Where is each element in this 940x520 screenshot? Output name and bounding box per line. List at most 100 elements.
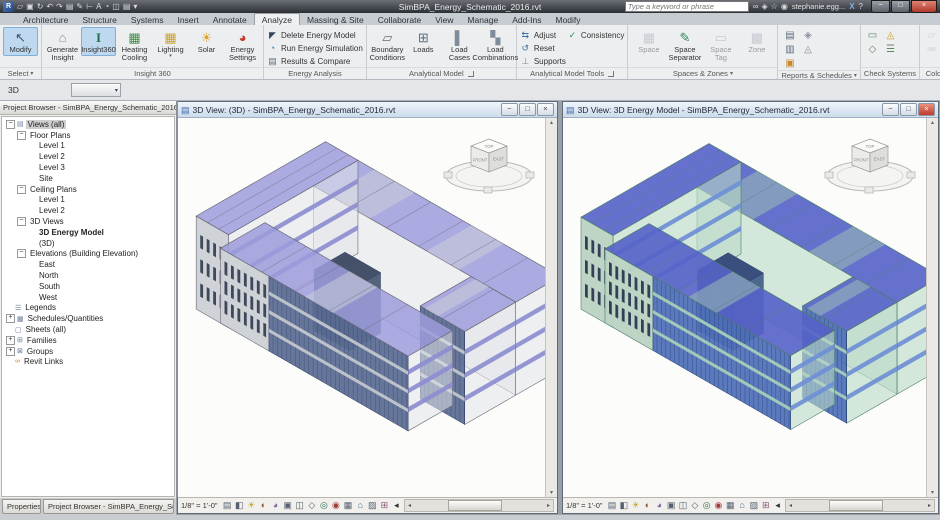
expand-toggle-icon[interactable]: −: [17, 249, 26, 259]
collapse-arrow-icon[interactable]: ◂: [392, 499, 401, 512]
scroll-up-icon[interactable]: ▴: [931, 119, 934, 126]
show-crop-region-icon[interactable]: ◫: [295, 499, 304, 512]
tree-item-revit-links[interactable]: ∞ Revit Links: [2, 357, 174, 368]
view-restore-button[interactable]: □: [900, 103, 917, 116]
view-close-button[interactable]: ×: [918, 103, 935, 116]
text-icon[interactable]: A: [96, 2, 101, 12]
run-energy-simulation-button[interactable]: ◔ Run Energy Simulation: [267, 42, 363, 54]
visual-style-icon[interactable]: ◧: [235, 499, 244, 512]
revit-logo-icon[interactable]: R: [3, 1, 14, 12]
reveal-hidden-elements-icon[interactable]: ◉: [331, 499, 340, 512]
analytical-model-icon[interactable]: ⌂: [738, 499, 747, 512]
panel-schedules-icon[interactable]: ▤: [781, 29, 798, 42]
view-minimize-button[interactable]: −: [882, 103, 899, 116]
results-compare-button[interactable]: ▤ Results & Compare: [267, 55, 363, 67]
generate-insight-button[interactable]: ⌂ Generate Insight: [45, 27, 80, 64]
delete-energy-model-button[interactable]: ◤ Delete Energy Model: [267, 29, 363, 41]
shadows-icon[interactable]: ◐: [259, 499, 268, 512]
panel-label[interactable]: Check Systems: [860, 67, 920, 79]
supports-button[interactable]: ⊥ Supports: [520, 55, 565, 67]
sheet-list-icon[interactable]: ▣: [781, 57, 798, 70]
unlocked-view-icon[interactable]: ◇: [690, 499, 699, 512]
panel-label[interactable]: Select ▾: [0, 67, 41, 79]
view-restore-button[interactable]: □: [519, 103, 536, 116]
type-selector-dropdown[interactable]: ▾: [70, 83, 121, 97]
sun-path-icon[interactable]: ☀: [247, 499, 256, 512]
scroll-left-icon[interactable]: ◂: [786, 502, 795, 509]
view-canvas[interactable]: TOP FRONT EAST ▴ ▾: [178, 118, 557, 497]
shadows-icon[interactable]: ◐: [643, 499, 652, 512]
panel-launcher-icon[interactable]: [467, 70, 474, 77]
energy-settings-button[interactable]: ◕ Energy Settings: [225, 27, 260, 64]
check-pipe-systems-icon[interactable]: ◇: [864, 43, 881, 56]
tree-item-level-1[interactable]: Level 1: [2, 195, 174, 206]
view-scale-button[interactable]: 1/8" = 1'-0": [181, 501, 218, 510]
close-button[interactable]: ×: [911, 0, 937, 13]
sun-path-icon[interactable]: ☀: [631, 499, 640, 512]
aligned-dimension-icon[interactable]: ⊢: [86, 2, 93, 12]
unlocked-view-icon[interactable]: ◇: [307, 499, 316, 512]
heating-cooling-button[interactable]: ▦ Heating Cooling: [117, 27, 152, 64]
scroll-left-icon[interactable]: ◂: [405, 502, 414, 509]
graphical-column-schedule-icon[interactable]: ◬: [799, 43, 816, 56]
rendering-dialog-icon[interactable]: ◕: [271, 499, 280, 512]
tree-item--3d-[interactable]: (3D): [2, 238, 174, 249]
horizontal-scrollbar[interactable]: ◂ ▸: [404, 499, 554, 512]
horizontal-scrollbar[interactable]: ◂ ▸: [785, 499, 935, 512]
detail-level-icon[interactable]: ▤: [608, 499, 617, 512]
restore-button[interactable]: □: [891, 0, 910, 13]
tab-analyze[interactable]: Analyze: [253, 13, 300, 25]
tree-item-level-2[interactable]: Level 2: [2, 205, 174, 216]
temporary-hide-isolate-icon[interactable]: ◎: [702, 499, 711, 512]
reveal-constraints-icon[interactable]: ⊞: [380, 499, 389, 512]
displacement-sets-icon[interactable]: ▨: [368, 499, 377, 512]
tree-item-ceiling-plans[interactable]: − Ceiling Plans: [2, 184, 174, 195]
boundary-conditions-button[interactable]: ▱ Boundary Conditions: [370, 27, 405, 64]
viewcube[interactable]: TOP FRONT EAST: [824, 134, 916, 196]
check-duct-systems-icon[interactable]: ▭: [864, 29, 881, 42]
view-minimize-button[interactable]: −: [501, 103, 518, 116]
tree-item-3d-energy-model[interactable]: 3D Energy Model: [2, 227, 174, 238]
schedule-quantities-icon[interactable]: ◈: [799, 29, 816, 42]
load-combinations-button[interactable]: ▚ Load Combinations: [472, 27, 518, 64]
tree-item-north[interactable]: North: [2, 270, 174, 281]
tree-item-south[interactable]: South: [2, 281, 174, 292]
displacement-sets-icon[interactable]: ▨: [750, 499, 759, 512]
insight360-button[interactable]: I Insight360: [81, 27, 116, 56]
redo-icon[interactable]: ↷: [56, 2, 63, 12]
reveal-hidden-elements-icon[interactable]: ◉: [714, 499, 723, 512]
expand-toggle-icon[interactable]: −: [17, 130, 26, 140]
reset-button[interactable]: ↺ Reset: [520, 42, 566, 54]
view-close-button[interactable]: ×: [537, 103, 554, 116]
tab-modify[interactable]: Modify: [548, 14, 587, 25]
solar-button[interactable]: ☀ Solar: [189, 27, 224, 56]
sheet-icon[interactable]: ▤: [123, 2, 131, 12]
tab-architecture[interactable]: Architecture: [16, 14, 75, 25]
scroll-down-icon[interactable]: ▾: [550, 489, 553, 496]
viewcube[interactable]: TOP FRONT EAST: [443, 134, 535, 196]
check-circuits-icon[interactable]: ☰: [882, 43, 899, 56]
adjust-button[interactable]: ⇆ Adjust: [520, 29, 566, 41]
show-disconnects-icon[interactable]: ◬: [882, 29, 899, 42]
properties-tab[interactable]: Properties: [2, 499, 42, 514]
rendering-dialog-icon[interactable]: ◕: [655, 499, 664, 512]
tree-item-sheets-all-[interactable]: ▢ Sheets (all): [2, 324, 174, 335]
print-icon[interactable]: ▤: [66, 2, 74, 12]
tab-view[interactable]: View: [428, 14, 460, 25]
consistency-button[interactable]: ✓ Consistency: [567, 29, 625, 41]
vertical-scrollbar[interactable]: ▴ ▾: [545, 118, 557, 497]
search-binoculars-icon[interactable]: ∞: [753, 2, 759, 11]
view-canvas[interactable]: TOP FRONT EAST ▴ ▾: [563, 118, 938, 497]
panel-label[interactable]: Reports & Schedules ▾: [778, 70, 860, 80]
panel-launcher-icon[interactable]: [608, 70, 615, 77]
scroll-up-icon[interactable]: ▴: [550, 119, 553, 126]
tree-item-groups[interactable]: + ⊠ Groups: [2, 346, 174, 357]
undo-icon[interactable]: ↶: [46, 2, 53, 12]
scroll-thumb[interactable]: [448, 500, 502, 511]
tree-item-floor-plans[interactable]: − Floor Plans: [2, 130, 174, 141]
tab-collaborate[interactable]: Collaborate: [371, 14, 428, 25]
scroll-down-icon[interactable]: ▾: [931, 489, 934, 496]
tree-item-3d-views[interactable]: −3D Views: [2, 216, 174, 227]
project-browser-tab[interactable]: Project Browser - SimBPA_Energy_Sche...: [43, 499, 174, 514]
view-window-titlebar[interactable]: ▤ 3D View: 3D Energy Model - SimBPA_Energ…: [563, 102, 938, 118]
